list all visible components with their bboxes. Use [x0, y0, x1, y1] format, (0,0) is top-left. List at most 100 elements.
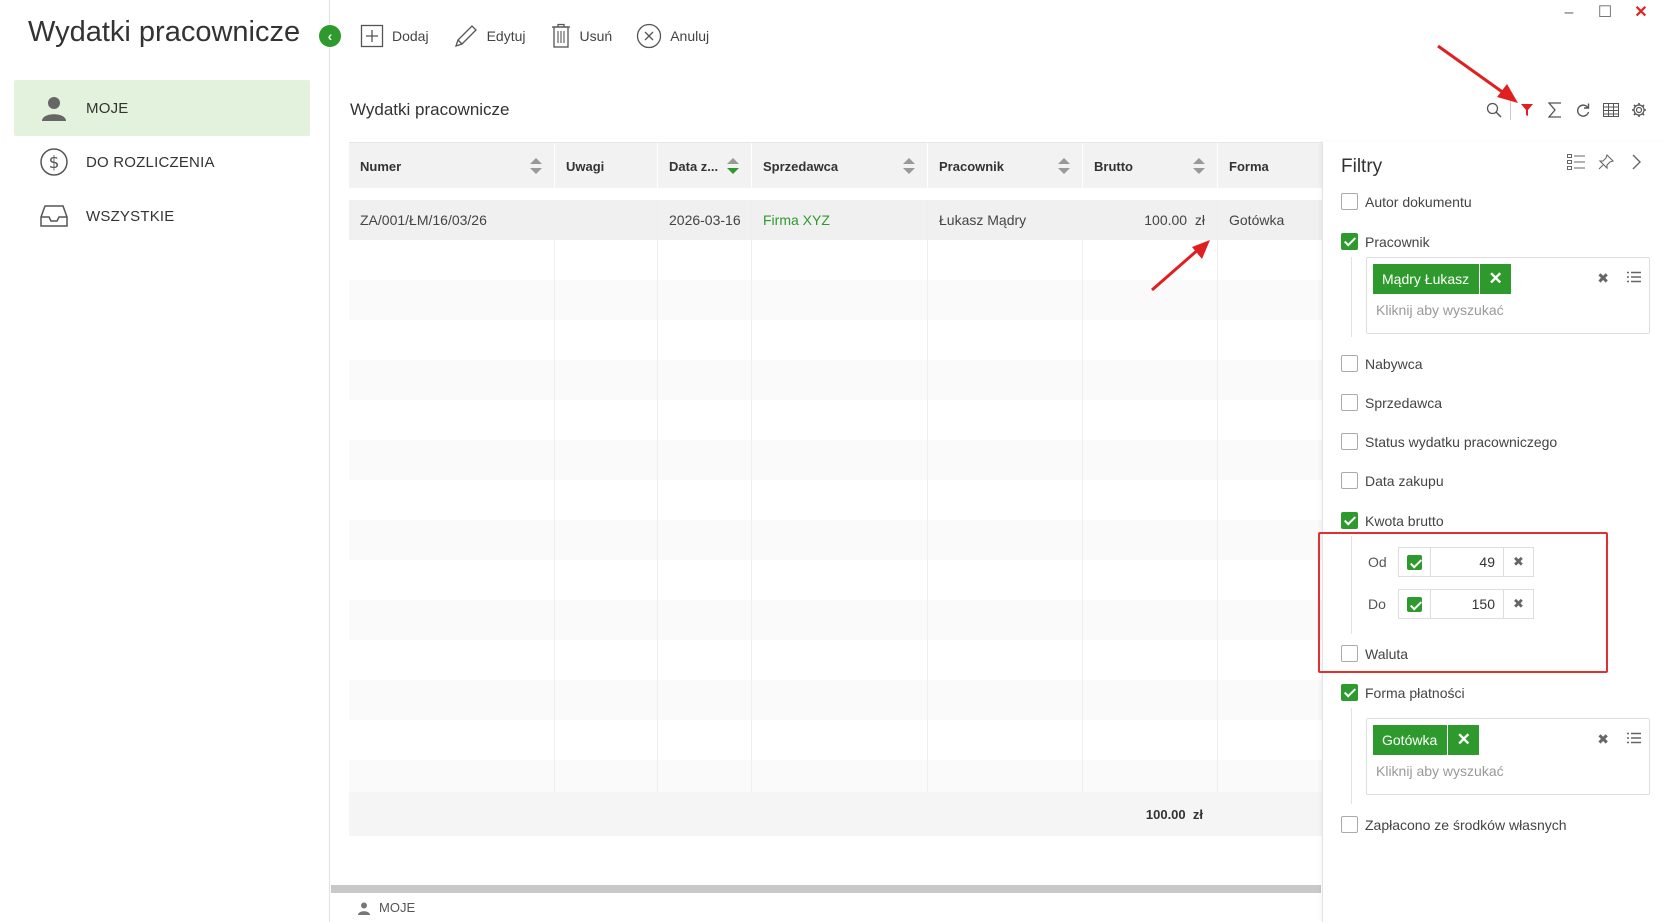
sidebar-item-do-rozliczenia[interactable]: $ DO ROZLICZENIA: [14, 134, 310, 190]
range-from-checkbox[interactable]: [1399, 548, 1431, 576]
plus-box-icon: [360, 24, 384, 48]
forma-tag-input[interactable]: Gotówka ✕ ✖ Kliknij aby wyszukać: [1366, 718, 1650, 795]
empty-row: [349, 320, 1349, 360]
clear-icon[interactable]: ✖: [1597, 731, 1609, 748]
remove-tag-button[interactable]: ✕: [1479, 264, 1511, 294]
clear-icon[interactable]: ✖: [1503, 590, 1533, 618]
sigma-icon[interactable]: [1541, 98, 1569, 122]
divider: [1351, 257, 1352, 337]
filter-nabywca[interactable]: Nabywca: [1341, 355, 1423, 372]
empty-row: [349, 360, 1349, 400]
sort-icon[interactable]: [1193, 158, 1205, 174]
column-header-uwagi[interactable]: Uwagi: [555, 143, 658, 189]
column-header-label: Numer: [360, 158, 402, 174]
column-header-pracownik[interactable]: Pracownik: [928, 143, 1083, 189]
range-to-checkbox[interactable]: [1399, 590, 1431, 618]
table-row[interactable]: ZA/001/ŁM/16/03/26 2026-03-16 Firma XYZ …: [349, 200, 1349, 240]
settings-icon[interactable]: [1625, 98, 1653, 122]
add-button[interactable]: Dodaj: [360, 24, 429, 48]
filter-label: Status wydatku pracowniczego: [1365, 433, 1558, 450]
empty-row: [349, 600, 1349, 640]
empty-row: [349, 640, 1349, 680]
filter-status[interactable]: Status wydatku pracowniczego: [1341, 433, 1557, 450]
cell-brutto-currency: zł: [1194, 212, 1205, 228]
refresh-icon[interactable]: [1569, 98, 1597, 122]
filter-data-zakupu[interactable]: Data zakupu: [1341, 472, 1444, 489]
range-to-input[interactable]: 150: [1431, 596, 1503, 612]
list-view-icon[interactable]: [1561, 150, 1591, 174]
column-header-data[interactable]: Data z...: [658, 143, 752, 189]
search-placeholder[interactable]: Kliknij aby wyszukać: [1376, 763, 1504, 779]
filter-zaplacono[interactable]: Zapłacono ze środków własnych: [1341, 816, 1567, 833]
cell-data: 2026-03-16: [658, 200, 752, 240]
search-placeholder[interactable]: Kliknij aby wyszukać: [1376, 302, 1504, 318]
column-header-sprzedawca[interactable]: Sprzedawca: [752, 143, 928, 189]
sort-icon[interactable]: [903, 158, 915, 174]
sidebar-item-wszystkie[interactable]: WSZYSTKIE: [14, 188, 310, 244]
sort-icon[interactable]: [1058, 158, 1070, 174]
filter-icon[interactable]: [1513, 98, 1541, 122]
clear-icon[interactable]: ✖: [1597, 270, 1609, 287]
collapse-sidebar-button[interactable]: ‹: [319, 25, 341, 47]
range-from: Od 49 ✖: [1368, 547, 1534, 577]
column-header-numer[interactable]: Numer: [349, 143, 555, 189]
cancel-button[interactable]: Anuluj: [636, 23, 709, 49]
checkbox[interactable]: [1341, 684, 1358, 701]
filter-waluta[interactable]: Waluta: [1341, 645, 1408, 662]
cancel-button-label: Anuluj: [670, 28, 710, 44]
checkbox[interactable]: [1341, 645, 1358, 662]
checkbox[interactable]: [1341, 193, 1358, 210]
filter-label: Pracownik: [1365, 233, 1430, 250]
sidebar-item-label: WSZYSTKIE: [86, 207, 175, 225]
maximize-button[interactable]: ☐: [1587, 2, 1623, 24]
main-header: Wydatki pracownicze: [331, 78, 1667, 140]
column-header-brutto[interactable]: Brutto: [1083, 143, 1218, 189]
cell-numer: ZA/001/ŁM/16/03/26: [349, 200, 555, 240]
header-divider: [1510, 100, 1511, 120]
status-bar: MOJE: [331, 893, 1331, 922]
list-icon[interactable]: [1627, 270, 1641, 288]
checkbox[interactable]: [1341, 816, 1358, 833]
add-button-label: Dodaj: [392, 28, 429, 44]
clear-icon[interactable]: ✖: [1503, 548, 1533, 576]
checkbox[interactable]: [1341, 472, 1358, 489]
toolbar: Dodaj Edytuj Usuń Anuluj: [360, 20, 733, 52]
list-icon[interactable]: [1627, 731, 1641, 749]
filter-label: Kwota brutto: [1365, 512, 1444, 529]
pin-icon[interactable]: [1591, 150, 1621, 174]
range-from-input[interactable]: 49: [1431, 554, 1503, 570]
filter-autor-dokumentu[interactable]: Autor dokumentu: [1341, 193, 1472, 210]
header-icons: [1480, 98, 1653, 122]
chevron-right-icon[interactable]: [1621, 150, 1651, 174]
search-icon[interactable]: [1480, 98, 1508, 122]
window-controls: – ☐ ✕: [1551, 2, 1659, 24]
empty-row: [349, 520, 1349, 560]
filter-label: Zapłacono ze środków własnych: [1365, 816, 1567, 833]
data-grid: Numer Uwagi Data z... Sprzedawca Pracown…: [349, 142, 1349, 882]
pracownik-tag-input[interactable]: Mądry Łukasz ✕ ✖ Kliknij aby wyszukać: [1366, 257, 1650, 334]
checkbox[interactable]: [1341, 233, 1358, 250]
selected-tag: Gotówka ✕: [1373, 725, 1480, 755]
sort-icon[interactable]: [727, 158, 739, 174]
checkbox[interactable]: [1341, 433, 1358, 450]
delete-button[interactable]: Usuń: [550, 23, 612, 49]
grid-columns-icon[interactable]: [1597, 98, 1625, 122]
filter-pracownik[interactable]: Pracownik: [1341, 233, 1430, 250]
horizontal-scrollbar[interactable]: [331, 885, 1321, 893]
remove-tag-button[interactable]: ✕: [1447, 725, 1479, 755]
filter-kwota-brutto[interactable]: Kwota brutto: [1341, 512, 1444, 529]
minimize-button[interactable]: –: [1551, 2, 1587, 24]
checkbox[interactable]: [1341, 512, 1358, 529]
checkbox[interactable]: [1341, 355, 1358, 372]
filter-label: Nabywca: [1365, 355, 1423, 372]
empty-row: [349, 560, 1349, 600]
filter-forma-platnosci[interactable]: Forma płatności: [1341, 684, 1465, 701]
sidebar-item-moje[interactable]: MOJE: [14, 80, 310, 136]
close-button[interactable]: ✕: [1623, 2, 1659, 24]
range-to-label: Do: [1368, 596, 1386, 612]
edit-button[interactable]: Edytuj: [453, 23, 526, 49]
sort-icon[interactable]: [530, 158, 542, 174]
filter-sprzedawca[interactable]: Sprzedawca: [1341, 394, 1442, 411]
checkbox[interactable]: [1341, 394, 1358, 411]
empty-row: [349, 480, 1349, 520]
